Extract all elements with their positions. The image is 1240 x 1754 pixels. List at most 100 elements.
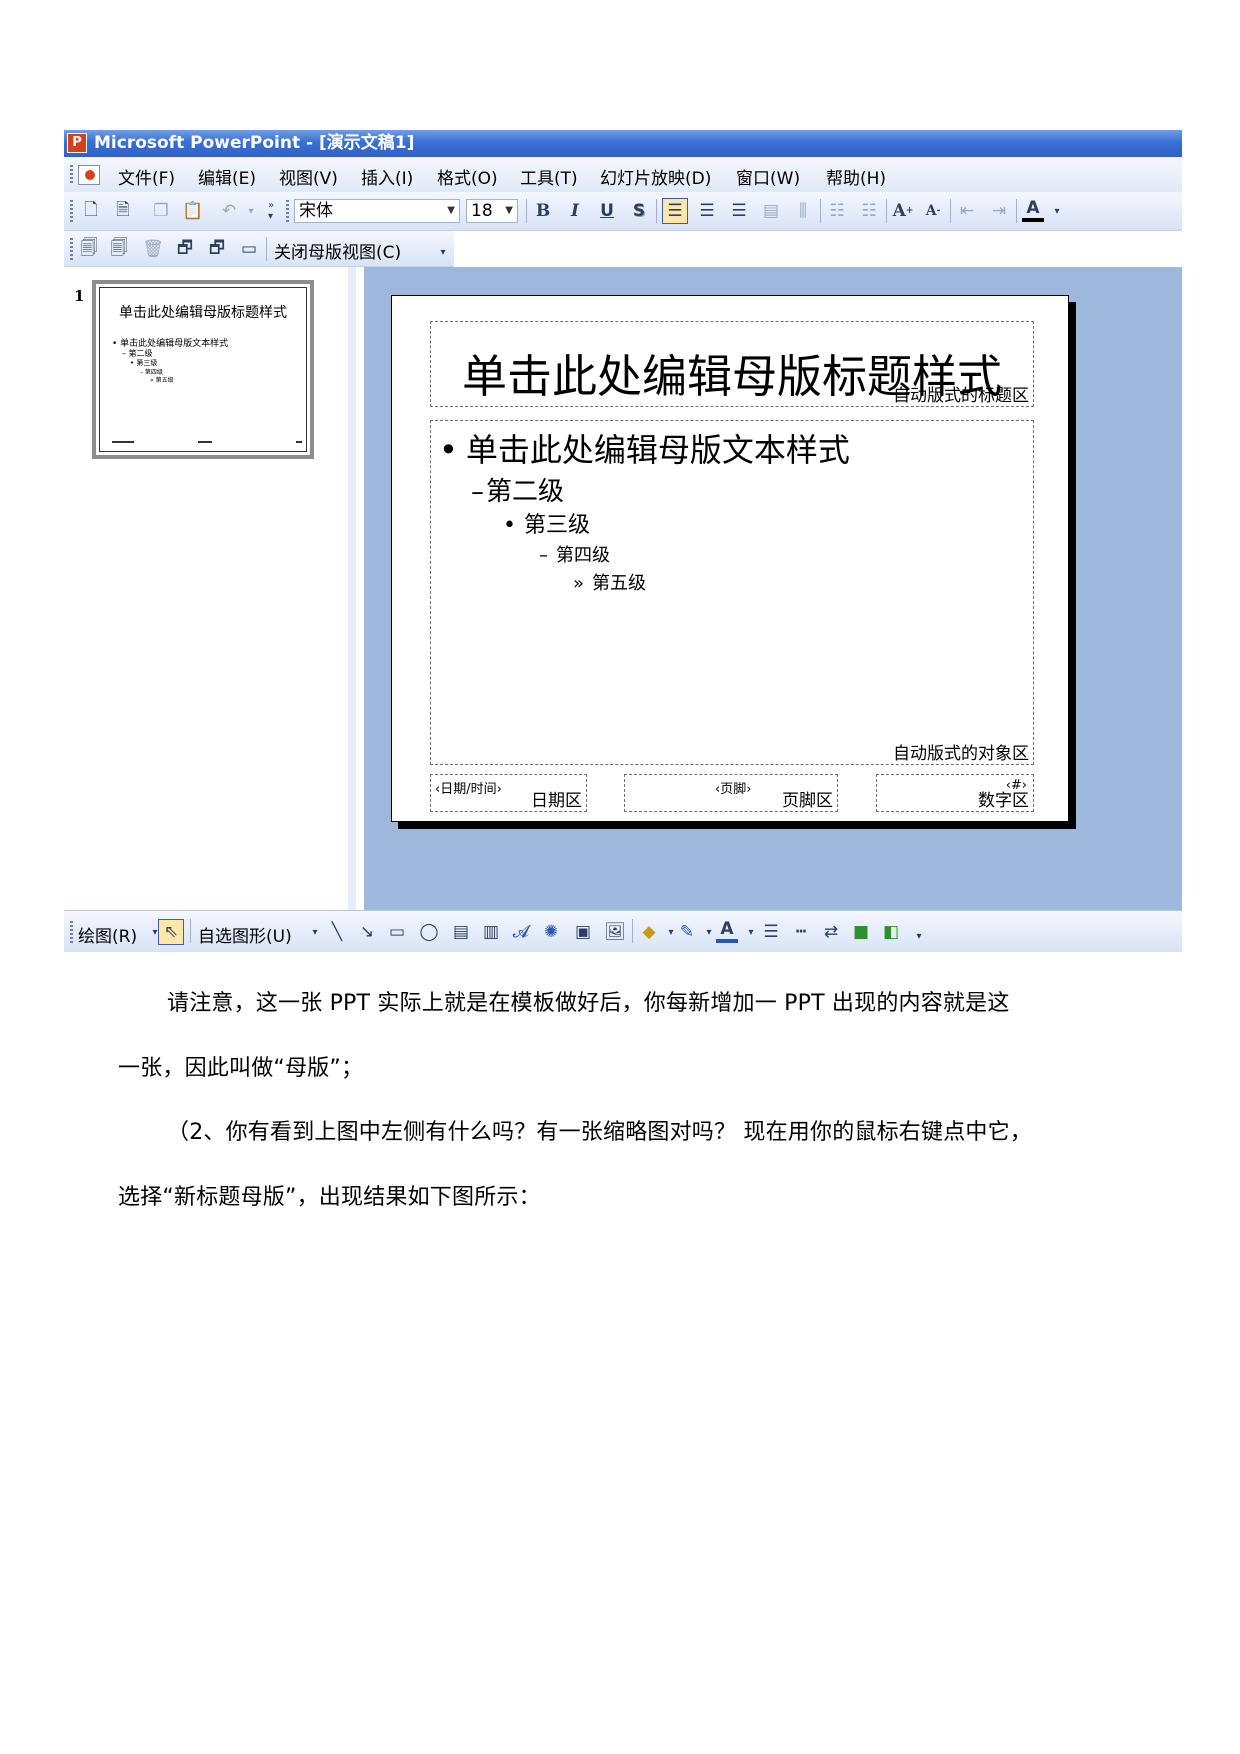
toolbar-options-icon[interactable]: ▾: [908, 925, 930, 947]
toolbar-separator: [1016, 199, 1017, 223]
body-placeholder[interactable]: • 单击此处编辑母版文本样式 –第二级 • 第三级 – 第四级 » 第五级 自动版式的对…: [430, 420, 1034, 765]
select-pointer-icon[interactable]: ⇖: [158, 919, 184, 945]
oval-tool-icon[interactable]: ◯: [418, 921, 440, 943]
menu-tools[interactable]: 工具(T): [520, 164, 578, 189]
toolbar-grip[interactable]: [70, 238, 73, 260]
distribute-icon[interactable]: ▤: [760, 200, 782, 222]
font-name-value: 宋体: [299, 201, 333, 221]
line-style-icon[interactable]: ☰: [760, 921, 782, 943]
chevron-down-icon: ▼: [447, 205, 455, 216]
bullet-level-5: » 第五级: [573, 569, 646, 595]
underline-button[interactable]: U: [596, 200, 618, 222]
toolbar-grip[interactable]: [70, 165, 73, 185]
chevron-down-icon: ▼: [505, 205, 513, 216]
master-layout-icon[interactable]: ▭: [238, 238, 260, 260]
footer-field: ‹页脚›: [715, 782, 752, 797]
fill-color-icon[interactable]: ◆: [638, 921, 660, 943]
preserve-master-icon[interactable]: 🗗: [174, 238, 196, 260]
slide-thumbnail[interactable]: 单击此处编辑母版标题样式 • 单击此处编辑母版文本样式 – 第二级 • 第三级 …: [92, 280, 314, 459]
footer-placeholder[interactable]: ‹页脚› 页脚区: [624, 774, 838, 812]
autoshapes-menu-button[interactable]: 自选图形(U): [198, 922, 292, 947]
toolbar-grip[interactable]: [286, 200, 289, 222]
paste-icon[interactable]: 📋: [182, 200, 204, 222]
title-placeholder[interactable]: 单击此处编辑母版标题样式 自动版式的标题区: [430, 321, 1034, 407]
number-placeholder[interactable]: ‹#› 数字区: [876, 774, 1034, 812]
master-view-toolbar: 🗐 🗐 🗑 🗗 🗗 ▭ 关闭母版视图(C) ▾: [64, 231, 454, 267]
menu-bar: 文件(F) 编辑(E) 视图(V) 插入(I) 格式(O) 工具(T) 幻灯片放…: [64, 157, 1182, 192]
thumbnail-footer-mark: [296, 441, 302, 443]
bullet-glyph: •: [503, 513, 516, 538]
bullet-glyph: –: [539, 545, 548, 566]
toolbar-grip[interactable]: [70, 921, 73, 943]
menu-insert[interactable]: 插入(I): [361, 164, 413, 189]
thumbnail-frame: 单击此处编辑母版标题样式 • 单击此处编辑母版文本样式 – 第二级 • 第三级 …: [99, 287, 307, 452]
shadow-style-icon[interactable]: ■: [850, 921, 872, 943]
font-color-tool-icon[interactable]: A: [716, 919, 738, 943]
shadow-button[interactable]: S: [628, 200, 650, 222]
copy-icon[interactable]: ❐: [150, 200, 172, 222]
toolbar-grip[interactable]: [70, 200, 73, 222]
menu-view[interactable]: 视图(V): [279, 164, 338, 189]
dash-style-icon[interactable]: ┅: [790, 921, 812, 943]
menu-edit[interactable]: 编辑(E): [198, 164, 256, 189]
menu-format[interactable]: 格式(O): [437, 164, 498, 189]
paragraph-2-line-2: 选择“新标题母版”，出现结果如下图所示：: [118, 1185, 541, 1210]
align-left-icon[interactable]: ☰: [662, 198, 688, 224]
menu-window[interactable]: 窗口(W): [736, 164, 800, 189]
font-color-dropdown-icon[interactable]: ▾: [1046, 200, 1068, 222]
menu-slideshow[interactable]: 幻灯片放映(D): [600, 164, 711, 189]
undo-dropdown-icon[interactable]: ▾: [240, 200, 262, 222]
insert-picture-icon[interactable]: 🖼: [604, 921, 626, 943]
close-master-view-button[interactable]: 关闭母版视图(C): [274, 238, 401, 263]
autoshapes-dropdown-icon[interactable]: ▾: [304, 921, 326, 943]
align-center-icon[interactable]: ☰: [696, 200, 718, 222]
delete-master-icon[interactable]: 🗑: [142, 238, 164, 260]
insert-title-master-icon[interactable]: 🗐: [108, 238, 130, 260]
insert-slide-master-icon[interactable]: 🗐: [78, 238, 100, 260]
window-title: Microsoft PowerPoint - [演示文稿1]: [94, 133, 415, 153]
object-area-label: 自动版式的对象区: [893, 744, 1029, 764]
bullet-glyph: –: [471, 477, 484, 507]
numbering-icon[interactable]: ☷: [826, 200, 848, 222]
bullet-level-4: – 第四级: [539, 541, 610, 567]
new-document-icon[interactable]: 🗋: [80, 200, 102, 222]
menu-file[interactable]: 文件(F): [118, 164, 175, 189]
align-right-icon[interactable]: ☰: [728, 200, 750, 222]
bold-button[interactable]: B: [532, 200, 554, 222]
vertical-textbox-icon[interactable]: ▥: [480, 921, 502, 943]
textbox-tool-icon[interactable]: ▤: [450, 921, 472, 943]
toolbar-options-icon[interactable]: » ▾: [264, 196, 278, 226]
document-icon[interactable]: [78, 165, 100, 185]
toolbar-options-icon[interactable]: ▾: [432, 241, 454, 263]
vertical-text-icon[interactable]: ⫼: [792, 200, 814, 222]
3d-style-icon[interactable]: ◧: [880, 921, 902, 943]
rectangle-tool-icon[interactable]: ▭: [386, 921, 408, 943]
bullets-icon[interactable]: ☷: [858, 200, 880, 222]
rename-master-icon[interactable]: 🗗: [206, 238, 228, 260]
clipart-icon[interactable]: ▣: [572, 921, 594, 943]
date-placeholder[interactable]: ‹日期/时间› 日期区: [430, 774, 587, 812]
menu-help[interactable]: 帮助(H): [826, 164, 886, 189]
diagram-icon[interactable]: ✺: [540, 921, 562, 943]
line-color-icon[interactable]: ✎: [676, 921, 698, 943]
print-preview-icon[interactable]: 🗎: [112, 200, 134, 222]
slide-master-canvas[interactable]: 单击此处编辑母版标题样式 自动版式的标题区 • 单击此处编辑母版文本样式 –第二级…: [391, 295, 1069, 822]
font-color-tool-dropdown-icon[interactable]: ▾: [740, 921, 762, 943]
increase-indent-icon[interactable]: ⇥: [988, 200, 1010, 222]
decrease-indent-icon[interactable]: ⇤: [956, 200, 978, 222]
number-area-label: 数字区: [978, 791, 1029, 811]
toolbar-separator: [656, 199, 657, 223]
toolbar-separator: [820, 199, 821, 223]
line-tool-icon[interactable]: ╲: [326, 921, 348, 943]
font-size-select[interactable]: 18 ▼: [466, 199, 518, 223]
undo-icon[interactable]: ↶: [218, 200, 240, 222]
draw-menu-button[interactable]: 绘图(R): [78, 922, 137, 947]
italic-button[interactable]: I: [564, 200, 586, 222]
arrow-style-icon[interactable]: ⇄: [820, 921, 842, 943]
font-name-select[interactable]: 宋体 ▼: [294, 199, 460, 223]
decrease-font-icon[interactable]: A-: [922, 200, 944, 222]
font-color-button[interactable]: A: [1022, 198, 1044, 222]
wordart-icon[interactable]: 𝓐: [510, 921, 532, 943]
increase-font-icon[interactable]: A +: [892, 200, 914, 222]
arrow-tool-icon[interactable]: ↘: [356, 921, 378, 943]
